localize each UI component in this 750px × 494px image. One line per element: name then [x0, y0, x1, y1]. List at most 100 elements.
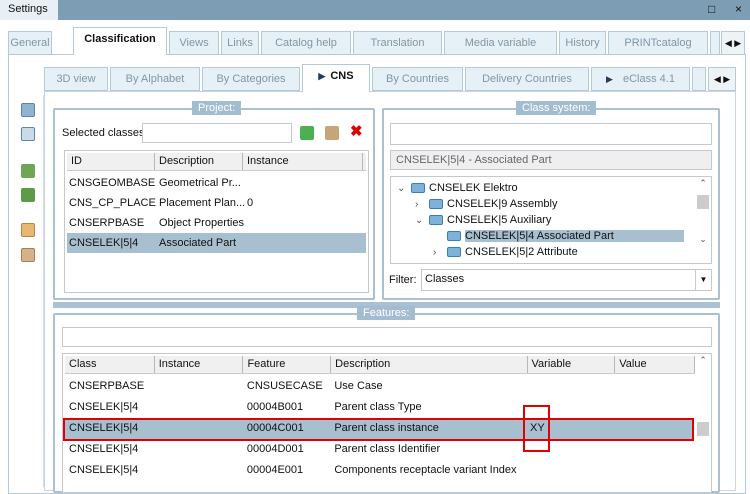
- cell-instance: [154, 460, 242, 481]
- tree-node-label: CNSELEK|5|4 Associated Part: [465, 230, 684, 242]
- selected-classes-label: Selected classes: [62, 127, 145, 139]
- column-instance[interactable]: Instance: [155, 356, 244, 373]
- table-row[interactable]: CNS_CP_PLACE... Placement Plan... 0: [67, 193, 366, 213]
- subtab-by-alphabet[interactable]: By Alphabet: [110, 67, 200, 91]
- cell-description: Geometrical Pr...: [159, 177, 241, 189]
- column-class[interactable]: Class: [65, 356, 155, 373]
- cell-instance: [245, 173, 365, 193]
- column-id[interactable]: ID: [67, 153, 155, 170]
- tab-catalog-help[interactable]: Catalog help: [261, 31, 351, 55]
- edit-document-icon[interactable]: [21, 223, 35, 237]
- table-header: Class Instance Feature Description Varia…: [65, 356, 695, 374]
- tab-media-variable[interactable]: Media variable: [444, 31, 557, 55]
- tab-classification[interactable]: Classification: [73, 27, 167, 55]
- chevron-right-icon[interactable]: ›: [415, 197, 429, 213]
- tab-history[interactable]: History: [559, 31, 606, 55]
- cell-description: Parent class Identifier: [334, 443, 441, 455]
- cell-description: Object Properties: [159, 217, 244, 229]
- folder-icon: [447, 247, 461, 258]
- class-search-input[interactable]: [390, 123, 712, 145]
- cell-feature: 00004E001: [246, 464, 304, 476]
- cell-class: CNSELEK|5|4: [69, 464, 139, 476]
- features-search-input[interactable]: [62, 327, 712, 347]
- table-row[interactable]: CNSELEK|5|4 Associated Part: [67, 233, 366, 253]
- close-icon[interactable]: ×: [735, 2, 742, 16]
- tree-node[interactable]: ⌄ CNSELEK Elektro: [397, 180, 711, 196]
- selected-classes-input[interactable]: [142, 123, 292, 143]
- cell-value: [614, 397, 694, 418]
- subtab-more[interactable]: [692, 67, 706, 91]
- cell-description: Use Case: [334, 380, 383, 392]
- tab-more[interactable]: [710, 31, 720, 55]
- cell-id: CNSERPBASE: [69, 217, 145, 229]
- save-table-icon[interactable]: [21, 103, 35, 117]
- cell-class: CNSELEK|5|4: [69, 401, 139, 413]
- features-group: Features: Class Instance Feature Descrip…: [53, 306, 720, 493]
- cell-instance: [245, 233, 365, 253]
- table-row[interactable]: CNSGEOMBASE Geometrical Pr...: [67, 173, 366, 193]
- subtab-eclass[interactable]: ▶ eClass 4.1: [591, 67, 690, 91]
- subtab-cns-label: CNS: [330, 70, 354, 82]
- class-system-group: Class system: CNSELEK|5|4 - Associated P…: [382, 101, 720, 300]
- puzzle-icon[interactable]: [21, 188, 35, 202]
- cell-description: Placement Plan...: [159, 197, 245, 209]
- chevron-down-icon[interactable]: ⌄: [415, 213, 429, 229]
- subtab-by-countries[interactable]: By Countries: [372, 67, 463, 91]
- table-row[interactable]: CNSELEK|5|4 00004D001 Parent class Identif…: [65, 439, 693, 460]
- tab-general[interactable]: General: [8, 31, 52, 55]
- subtab-scroll-arrows[interactable]: ◀ ▶: [708, 67, 736, 91]
- add-class-icon[interactable]: [300, 126, 314, 140]
- cell-value: [614, 376, 694, 397]
- column-description[interactable]: Description: [331, 356, 528, 373]
- column-variable[interactable]: Variable: [528, 356, 616, 373]
- chevron-right-icon[interactable]: ›: [433, 245, 447, 261]
- cell-class: CNSELEK|5|4: [69, 443, 139, 455]
- filter-value: Classes: [425, 273, 465, 285]
- column-description[interactable]: Description: [155, 153, 243, 170]
- cell-description: Parent class Type: [334, 401, 422, 413]
- project-table: ID Description Instance CNSGEOMBASE Geome…: [64, 150, 369, 293]
- cell-value: [614, 460, 694, 481]
- table-row[interactable]: CNSELEK|5|4 00004B001 Parent class Type: [65, 397, 693, 418]
- column-value[interactable]: Value: [615, 356, 695, 373]
- expand-arrow-icon: ▶: [606, 74, 623, 84]
- table-row[interactable]: CNSERPBASE Object Properties: [67, 213, 366, 233]
- features-scrollbar[interactable]: ⌃: [696, 355, 710, 491]
- subtab-cns[interactable]: ▶ CNS: [302, 64, 370, 92]
- tree-node[interactable]: › CNSELEK|5|2 Attribute: [397, 244, 711, 260]
- chevron-down-icon[interactable]: ⌄: [397, 181, 411, 197]
- cell-instance: [154, 397, 242, 418]
- class-system-legend: Class system:: [516, 101, 597, 115]
- filter-select[interactable]: Classes ▼: [421, 269, 712, 291]
- delete-icon[interactable]: ✖: [350, 122, 363, 140]
- tree-scrollbar[interactable]: ⌃ ⌄: [696, 178, 710, 262]
- cell-instance: [154, 439, 242, 460]
- table-row[interactable]: CNSERPBASE CNSUSECASE Use Case: [65, 376, 693, 397]
- tab-views[interactable]: Views: [169, 31, 219, 55]
- table-row[interactable]: CNSELEK|5|4 00004E001 Components receptacl…: [65, 460, 693, 481]
- dropdown-arrow-icon: ▼: [695, 270, 711, 290]
- current-class-field: CNSELEK|5|4 - Associated Part: [390, 150, 712, 170]
- subtab-by-categories[interactable]: By Categories: [202, 67, 300, 91]
- tab-links[interactable]: Links: [221, 31, 259, 55]
- tree-node[interactable]: CNSELEK|5|4 Associated Part: [397, 228, 711, 244]
- tab-scroll-arrows[interactable]: ◀ ▶: [721, 31, 745, 55]
- cell-instance: 0: [247, 197, 254, 209]
- subtab-delivery-countries[interactable]: Delivery Countries: [465, 67, 589, 91]
- add-table-icon[interactable]: [21, 127, 35, 141]
- tree-node-label: CNSELEK Elektro: [429, 182, 518, 194]
- edit-class-icon[interactable]: [325, 126, 339, 140]
- puzzle-warning-icon[interactable]: [21, 164, 35, 178]
- tree-node[interactable]: › CNSELEK|9 Assembly: [397, 196, 711, 212]
- subtab-3d-view[interactable]: 3D view: [44, 67, 108, 91]
- tab-translation[interactable]: Translation: [353, 31, 442, 55]
- tab-printcatalog[interactable]: PRINTcatalog: [608, 31, 708, 55]
- cell-feature: 00004B001: [246, 401, 304, 413]
- maximize-icon[interactable]: □: [708, 2, 715, 16]
- column-instance[interactable]: Instance: [243, 153, 363, 170]
- tree-node[interactable]: ⌄ CNSELEK|5 Auxiliary: [397, 212, 711, 228]
- document-refresh-icon[interactable]: [21, 248, 35, 262]
- features-legend: Features:: [357, 306, 416, 320]
- tree-node-label: CNSELEK|9 Assembly: [447, 198, 558, 210]
- column-feature[interactable]: Feature: [243, 356, 332, 373]
